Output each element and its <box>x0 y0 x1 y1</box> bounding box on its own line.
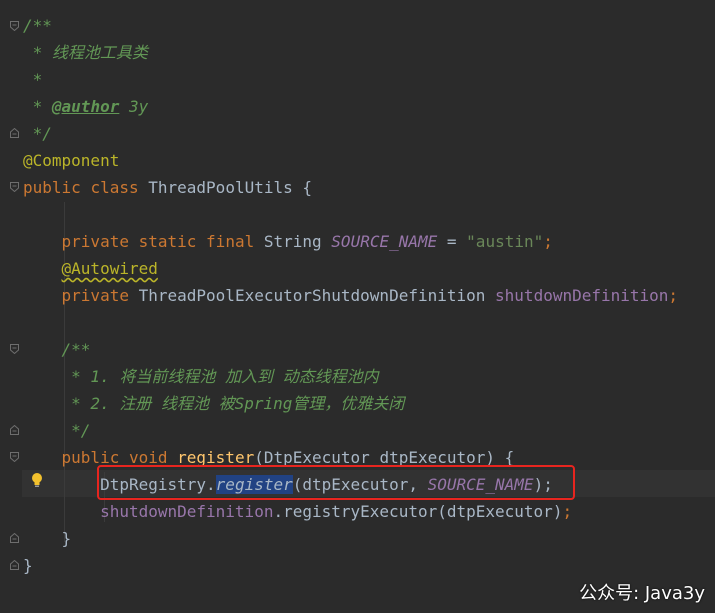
code-line[interactable]: /** <box>23 336 91 363</box>
highlight-box <box>97 465 575 500</box>
keyword: class <box>90 178 139 197</box>
field-name: shutdownDefinition <box>100 502 274 521</box>
fold-marker-icon[interactable] <box>10 21 19 31</box>
class-name: ThreadPoolUtils <box>148 178 293 197</box>
javadoc-author-value: 3y <box>119 97 149 116</box>
doc-comment: /** <box>61 340 91 359</box>
string-literal: "austin" <box>466 232 544 251</box>
brace: } <box>23 556 33 575</box>
lightbulb-icon[interactable] <box>29 471 45 489</box>
doc-comment: * 1. 将当前线程池 加入到 动态线程池内 <box>61 367 379 386</box>
method-call: registryExecutor <box>283 502 438 521</box>
code-line[interactable]: } <box>23 525 72 552</box>
code-line[interactable]: private ThreadPoolExecutorShutdownDefini… <box>23 282 679 309</box>
keyword: private <box>61 286 129 305</box>
type-name: ThreadPoolExecutorShutdownDefinition <box>138 286 486 305</box>
code-line[interactable]: */ <box>23 417 90 444</box>
fold-marker-icon[interactable] <box>10 533 19 543</box>
constant-name: SOURCE_NAME <box>331 232 438 251</box>
watermark: 公众号: Java3y <box>579 583 705 604</box>
doc-comment: * <box>23 70 43 89</box>
fold-marker-icon[interactable] <box>10 182 19 192</box>
brace: { <box>292 178 313 197</box>
doc-comment: */ <box>61 421 91 440</box>
dot: . <box>273 502 284 521</box>
doc-comment: 管理，优雅关闭 <box>292 394 405 413</box>
doc-comment: /** <box>23 16 52 35</box>
semicolon: ; <box>562 502 573 521</box>
doc-comment: */ <box>23 124 52 143</box>
code-line[interactable]: public class ThreadPoolUtils { <box>23 174 312 201</box>
editor-gutter <box>0 0 22 613</box>
fold-marker-icon[interactable] <box>10 128 19 138</box>
class-annotation: @Component <box>23 151 120 170</box>
fold-marker-icon[interactable] <box>10 452 19 462</box>
code-line[interactable]: * 1. 将当前线程池 加入到 动态线程池内 <box>23 363 379 390</box>
semicolon: ; <box>543 232 553 251</box>
call-args: (dtpExecutor) <box>437 502 563 521</box>
code-line[interactable]: * <box>23 66 43 93</box>
code-line[interactable]: @Autowired <box>23 255 158 282</box>
brace: } <box>61 529 72 548</box>
doc-comment: * 2. 注册 线程池 被 <box>61 394 235 413</box>
fold-marker-icon[interactable] <box>10 344 19 354</box>
doc-comment: * 线程池工具类 <box>23 43 148 62</box>
doc-comment: * <box>23 97 52 116</box>
code-line[interactable]: * @author 3y <box>23 93 149 120</box>
code-editor[interactable]: /** * 线程池工具类 * * @author 3y */ @Componen… <box>0 0 715 613</box>
code-line[interactable]: * 线程池工具类 <box>23 39 148 66</box>
operator: = <box>437 232 467 251</box>
keyword: static <box>138 232 197 251</box>
code-line[interactable]: * 2. 注册 线程池 被Spring管理，优雅关闭 <box>23 390 404 417</box>
code-line[interactable]: private static final String SOURCE_NAME … <box>23 228 553 255</box>
code-line[interactable]: @Component <box>23 147 119 174</box>
field-annotation: @Autowired <box>61 259 158 278</box>
keyword: final <box>206 232 255 251</box>
field-name: shutdownDefinition <box>495 286 669 305</box>
code-line[interactable]: } <box>23 552 33 579</box>
code-line[interactable]: shutdownDefinition.registryExecutor(dtpE… <box>23 498 572 525</box>
semicolon: ; <box>668 286 679 305</box>
type-name: String <box>263 232 322 251</box>
code-line[interactable]: */ <box>23 120 52 147</box>
keyword: public <box>23 178 81 197</box>
fold-marker-icon[interactable] <box>10 425 19 435</box>
javadoc-author-tag: @author <box>51 97 120 116</box>
doc-comment: Spring <box>234 394 293 413</box>
code-line[interactable]: /** <box>23 12 52 39</box>
keyword: private <box>61 232 129 251</box>
fold-marker-icon[interactable] <box>10 560 19 570</box>
